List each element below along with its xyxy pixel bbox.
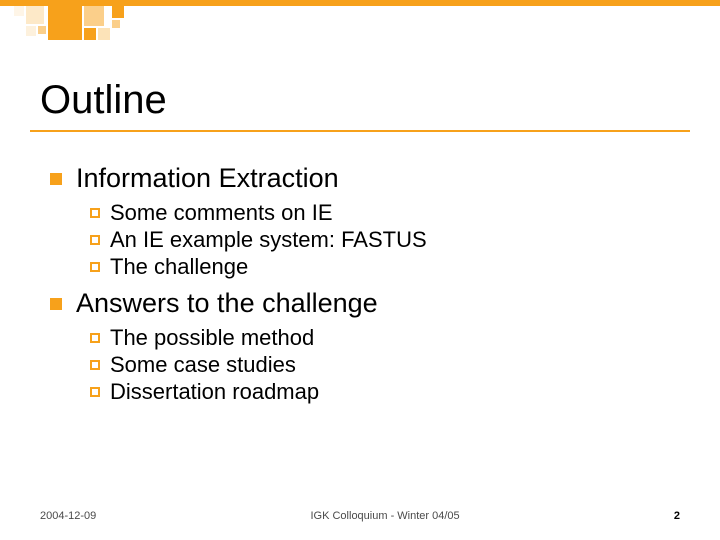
hollow-square-bullet-icon — [90, 208, 100, 218]
list-item-text: An IE example system: FASTUS — [110, 227, 427, 253]
slide-footer: 2004-12-09 IGK Colloquium - Winter 04/05… — [0, 510, 720, 522]
list-item-text: The possible method — [110, 325, 314, 351]
list-item-text: The challenge — [110, 254, 248, 280]
section-heading: Information Extraction — [76, 163, 339, 194]
bullet-level1: Answers to the challenge — [50, 288, 670, 319]
bullet-level2: An IE example system: FASTUS — [90, 227, 670, 253]
square-bullet-icon — [50, 173, 62, 185]
list-item-text: Some case studies — [110, 352, 296, 378]
bullet-level2: The possible method — [90, 325, 670, 351]
slide-title: Outline — [40, 78, 167, 123]
hollow-square-bullet-icon — [90, 235, 100, 245]
bullet-level2: The challenge — [90, 254, 670, 280]
hollow-square-bullet-icon — [90, 387, 100, 397]
footer-center: IGK Colloquium - Winter 04/05 — [96, 510, 674, 522]
hollow-square-bullet-icon — [90, 360, 100, 370]
footer-date: 2004-12-09 — [40, 510, 96, 522]
list-item-text: Dissertation roadmap — [110, 379, 319, 405]
section-heading: Answers to the challenge — [76, 288, 378, 319]
square-bullet-icon — [50, 298, 62, 310]
corner-decoration — [0, 0, 720, 60]
hollow-square-bullet-icon — [90, 262, 100, 272]
bullet-level2: Some case studies — [90, 352, 670, 378]
title-underline — [30, 130, 690, 132]
bullet-level2: Some comments on IE — [90, 200, 670, 226]
slide-content: Information Extraction Some comments on … — [50, 155, 670, 406]
footer-page-number: 2 — [674, 510, 680, 522]
hollow-square-bullet-icon — [90, 333, 100, 343]
bullet-level2: Dissertation roadmap — [90, 379, 670, 405]
list-item-text: Some comments on IE — [110, 200, 333, 226]
bullet-level1: Information Extraction — [50, 163, 670, 194]
